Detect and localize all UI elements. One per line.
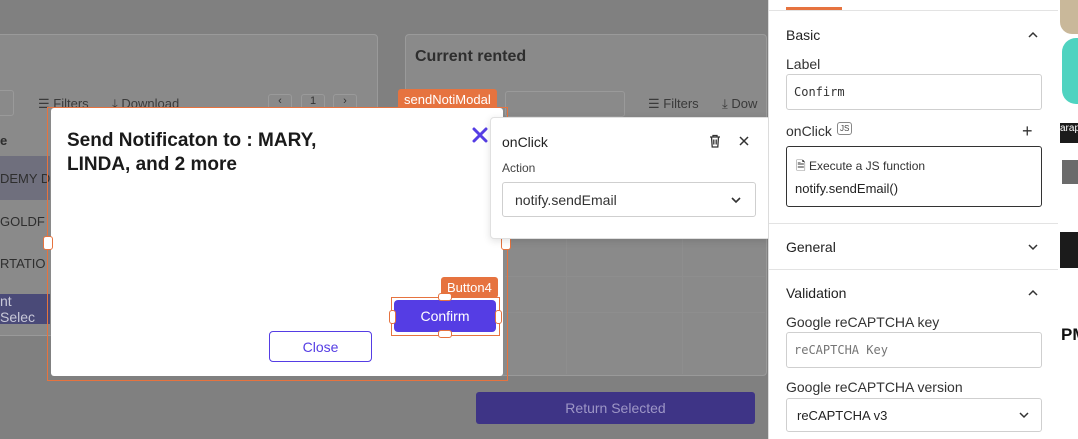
current-rented-search-input[interactable] xyxy=(505,91,625,117)
general-section-title[interactable]: General xyxy=(786,239,836,255)
modal-title: Send Notificaton to : MARY, LINDA, and 2… xyxy=(67,130,317,175)
strip-block xyxy=(1062,160,1078,184)
chevron-up-icon[interactable] xyxy=(1026,28,1040,42)
table-row-divider xyxy=(505,276,765,277)
chevron-down-icon xyxy=(1019,412,1029,419)
execute-js-label: 🗎 Execute a JS function xyxy=(796,159,926,173)
table-col-divider xyxy=(682,238,683,374)
delete-icon[interactable] xyxy=(706,132,724,150)
current-rented-download-button[interactable]: ⤓ Dow xyxy=(722,96,757,112)
execute-js-value: notify.sendEmail() xyxy=(795,181,899,196)
strip-label: arap xyxy=(1060,123,1078,143)
popover-title: onClick xyxy=(502,134,548,150)
close-button[interactable]: Close xyxy=(269,331,372,362)
validation-section-title[interactable]: Validation xyxy=(786,285,846,301)
button-resize-handle-top[interactable] xyxy=(438,293,452,301)
strip-label: PM xyxy=(1061,325,1078,344)
table-row-divider xyxy=(505,312,765,313)
action-select[interactable]: notify.sendEmail xyxy=(502,182,756,217)
recaptcha-version-select[interactable]: reCAPTCHA v3 xyxy=(786,398,1042,432)
recaptcha-key-label: Google reCAPTCHA key xyxy=(786,314,940,330)
recaptcha-version-label: Google reCAPTCHA version xyxy=(786,379,963,395)
button-resize-handle-right[interactable] xyxy=(495,310,502,324)
current-rented-title: Current rented xyxy=(415,48,527,65)
divider xyxy=(769,223,1058,224)
table-col-divider xyxy=(566,238,567,374)
resize-handle-left[interactable] xyxy=(43,236,53,250)
popover-close-icon[interactable] xyxy=(736,133,752,149)
thumbnail-image xyxy=(1062,38,1078,104)
left-send-selected-button[interactable]: nt Selec xyxy=(0,293,50,325)
chevron-up-icon[interactable] xyxy=(1026,286,1040,300)
label-input[interactable]: Confirm xyxy=(786,74,1042,110)
left-search-input[interactable] xyxy=(0,90,14,116)
chevron-down-icon xyxy=(731,196,741,203)
divider xyxy=(769,10,1058,11)
button-resize-handle-left[interactable] xyxy=(389,310,396,324)
chevron-right-icon: › xyxy=(343,95,347,107)
left-cell: RTATIO xyxy=(0,256,46,271)
add-action-icon[interactable]: + xyxy=(1022,121,1033,142)
left-cell: GOLDF xyxy=(0,214,45,229)
action-label: Action xyxy=(502,161,536,175)
left-cell: DEMY D xyxy=(0,171,51,186)
modal-close-icon[interactable] xyxy=(470,125,490,145)
chevron-down-icon[interactable] xyxy=(1026,240,1040,254)
recaptcha-key-input[interactable] xyxy=(786,332,1042,368)
button-resize-handle-bottom[interactable] xyxy=(438,330,452,338)
label-field-label: Label xyxy=(786,56,821,72)
js-toggle-badge[interactable]: JS xyxy=(837,122,853,135)
basic-section-title[interactable]: Basic xyxy=(786,27,820,43)
download-icon: ⤓ xyxy=(722,96,732,111)
left-column-header: e xyxy=(0,133,8,148)
return-selected-button[interactable]: Return Selected xyxy=(476,392,755,424)
chevron-left-icon: ‹ xyxy=(278,95,282,107)
confirm-button[interactable]: Confirm xyxy=(394,300,496,332)
divider xyxy=(769,269,1058,270)
current-rented-filters-button[interactable]: ☰ Filters xyxy=(648,96,699,112)
file-icon: 🗎 xyxy=(796,159,809,173)
strip-block xyxy=(1060,232,1078,268)
filter-icon: ☰ xyxy=(648,96,664,111)
action-select-value: notify.sendEmail xyxy=(515,191,617,208)
thumbnail-image xyxy=(1060,0,1078,34)
onclick-field-label: onClick xyxy=(786,123,832,139)
recaptcha-version-value: reCAPTCHA v3 xyxy=(797,407,888,423)
